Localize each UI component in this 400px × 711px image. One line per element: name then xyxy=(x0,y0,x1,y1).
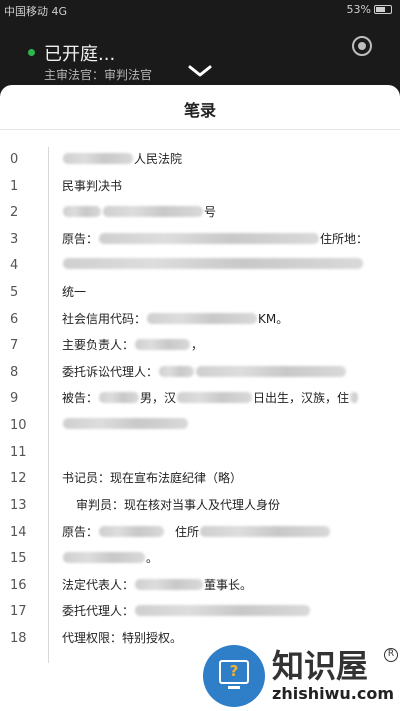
transcript-line[interactable]: 代理权限：特别授权。 xyxy=(62,629,182,649)
carrier-label: 中国移动 4G xyxy=(4,5,68,18)
transcript-line[interactable]: 号 xyxy=(62,203,216,223)
question-mark-icon: ? xyxy=(229,662,239,680)
line-number: 1 xyxy=(10,179,19,194)
line-text: 主要负责人： xyxy=(62,338,135,352)
redacted-text xyxy=(147,313,258,324)
redacted-text xyxy=(99,392,140,403)
line-text: 被告： xyxy=(62,391,99,405)
line-text: 董事长。 xyxy=(204,578,253,592)
line-text: 住所 xyxy=(175,525,200,539)
line-text: 审判员：现在核对当事人及代理人身份 xyxy=(76,498,281,512)
line-number: 7 xyxy=(10,338,19,353)
line-text: 原告： xyxy=(62,525,99,539)
presiding-judge-label: 主审法官：审判法官 xyxy=(44,68,153,82)
redacted-text xyxy=(135,339,191,350)
redacted-text xyxy=(103,206,203,217)
line-number: 18 xyxy=(10,631,27,646)
redacted-text xyxy=(159,366,195,377)
watermark-url: zhishiwu.com xyxy=(272,684,394,703)
line-text: 委托代理人： xyxy=(62,604,135,618)
battery-indicator: 53% xyxy=(347,3,392,16)
redacted-text xyxy=(99,526,165,537)
divider xyxy=(0,129,400,130)
line-number: 3 xyxy=(10,232,19,247)
redacted-text xyxy=(99,233,320,244)
line-number: 12 xyxy=(10,471,27,486)
transcript-line[interactable] xyxy=(62,256,364,276)
line-text: 男，汉 xyxy=(140,391,177,405)
transcript-line[interactable]: 审判员：现在核对当事人及代理人身份 xyxy=(76,496,280,516)
line-text: 代理权限：特别授权。 xyxy=(62,631,183,645)
redacted-text xyxy=(177,392,253,403)
line-text: 日出生，汉族，住 xyxy=(253,391,350,405)
redacted-text xyxy=(135,605,311,616)
sheet-title: 笔录 xyxy=(183,101,216,120)
transcript-line[interactable]: 。 xyxy=(62,549,158,569)
line-text: KM。 xyxy=(258,312,289,326)
transcript-line[interactable]: 原告： 住所 xyxy=(62,523,331,543)
line-text: 社会信用代码： xyxy=(62,312,147,326)
line-number: 0 xyxy=(10,152,19,167)
line-text: 民事判决书 xyxy=(62,179,123,193)
line-text: 。 xyxy=(146,551,159,565)
line-text: 委托诉讼代理人： xyxy=(62,365,159,379)
transcript-line[interactable] xyxy=(62,416,189,436)
line-text: 原告： xyxy=(62,232,99,246)
line-number: 11 xyxy=(10,445,27,460)
line-number: 2 xyxy=(10,205,19,220)
line-text: 住所地： xyxy=(320,232,369,246)
transcript-sheet: 笔录 0 1 2 3 4 5 6 7 8 9 10 11 12 13 14 15… xyxy=(0,85,400,711)
transcript-line[interactable]: 书记员：现在宣布法庭纪律（略） xyxy=(62,469,242,489)
transcript-line[interactable]: 委托诉讼代理人： xyxy=(62,363,347,383)
transcript-line[interactable]: 主要负责人： ， xyxy=(62,336,203,356)
redacted-text xyxy=(63,206,101,217)
record-button[interactable] xyxy=(352,36,372,56)
redacted-text xyxy=(350,392,359,403)
transcript-line[interactable]: 人民法院 xyxy=(62,150,182,170)
line-text: 人民法院 xyxy=(134,152,183,166)
line-number: 8 xyxy=(10,365,19,380)
redacted-text xyxy=(63,552,145,563)
transcript-line[interactable]: 委托代理人： xyxy=(62,602,311,622)
line-text: ， xyxy=(191,338,204,352)
line-number: 4 xyxy=(10,258,19,273)
monitor-stand-icon xyxy=(228,686,240,689)
line-number: 6 xyxy=(10,312,19,327)
line-number: 10 xyxy=(10,418,27,433)
redacted-text xyxy=(63,153,133,164)
line-number-gutter xyxy=(48,147,49,663)
status-bar: 中国移动 4G 53% xyxy=(0,0,400,20)
chevron-down-icon[interactable] xyxy=(187,64,213,78)
transcript-line[interactable]: 统一 xyxy=(62,283,86,303)
line-text: 法定代表人： xyxy=(62,578,135,592)
line-number: 5 xyxy=(10,285,19,300)
redacted-text xyxy=(63,258,363,269)
line-number: 14 xyxy=(10,525,27,540)
line-text: 书记员：现在宣布法庭纪律（略） xyxy=(62,471,243,485)
registered-mark: R xyxy=(384,648,398,662)
line-number: 13 xyxy=(10,498,27,513)
line-number: 15 xyxy=(10,551,27,566)
redacted-text xyxy=(63,418,188,429)
redacted-text xyxy=(196,366,347,377)
battery-percent: 53% xyxy=(346,3,371,16)
redacted-text xyxy=(135,579,204,590)
watermark-text: 知识屋 xyxy=(272,647,369,685)
line-number: 9 xyxy=(10,391,19,406)
line-text: 统一 xyxy=(62,285,87,299)
status-title: 已开庭... xyxy=(44,44,116,65)
transcript-line[interactable]: 民事判决书 xyxy=(62,177,122,197)
battery-icon xyxy=(374,5,392,14)
line-number: 17 xyxy=(10,604,27,619)
line-number: 16 xyxy=(10,578,27,593)
transcript-line[interactable]: 原告： 住所地： xyxy=(62,230,368,250)
transcript-line[interactable]: 被告： 男，汉 日出生，汉族，住 xyxy=(62,389,359,409)
redacted-text xyxy=(200,526,331,537)
status-dot-icon xyxy=(28,49,35,56)
transcript-line[interactable]: 社会信用代码： KM。 xyxy=(62,310,288,330)
transcript-line[interactable]: 法定代表人： 董事长。 xyxy=(62,576,252,596)
line-text: 号 xyxy=(204,205,217,219)
